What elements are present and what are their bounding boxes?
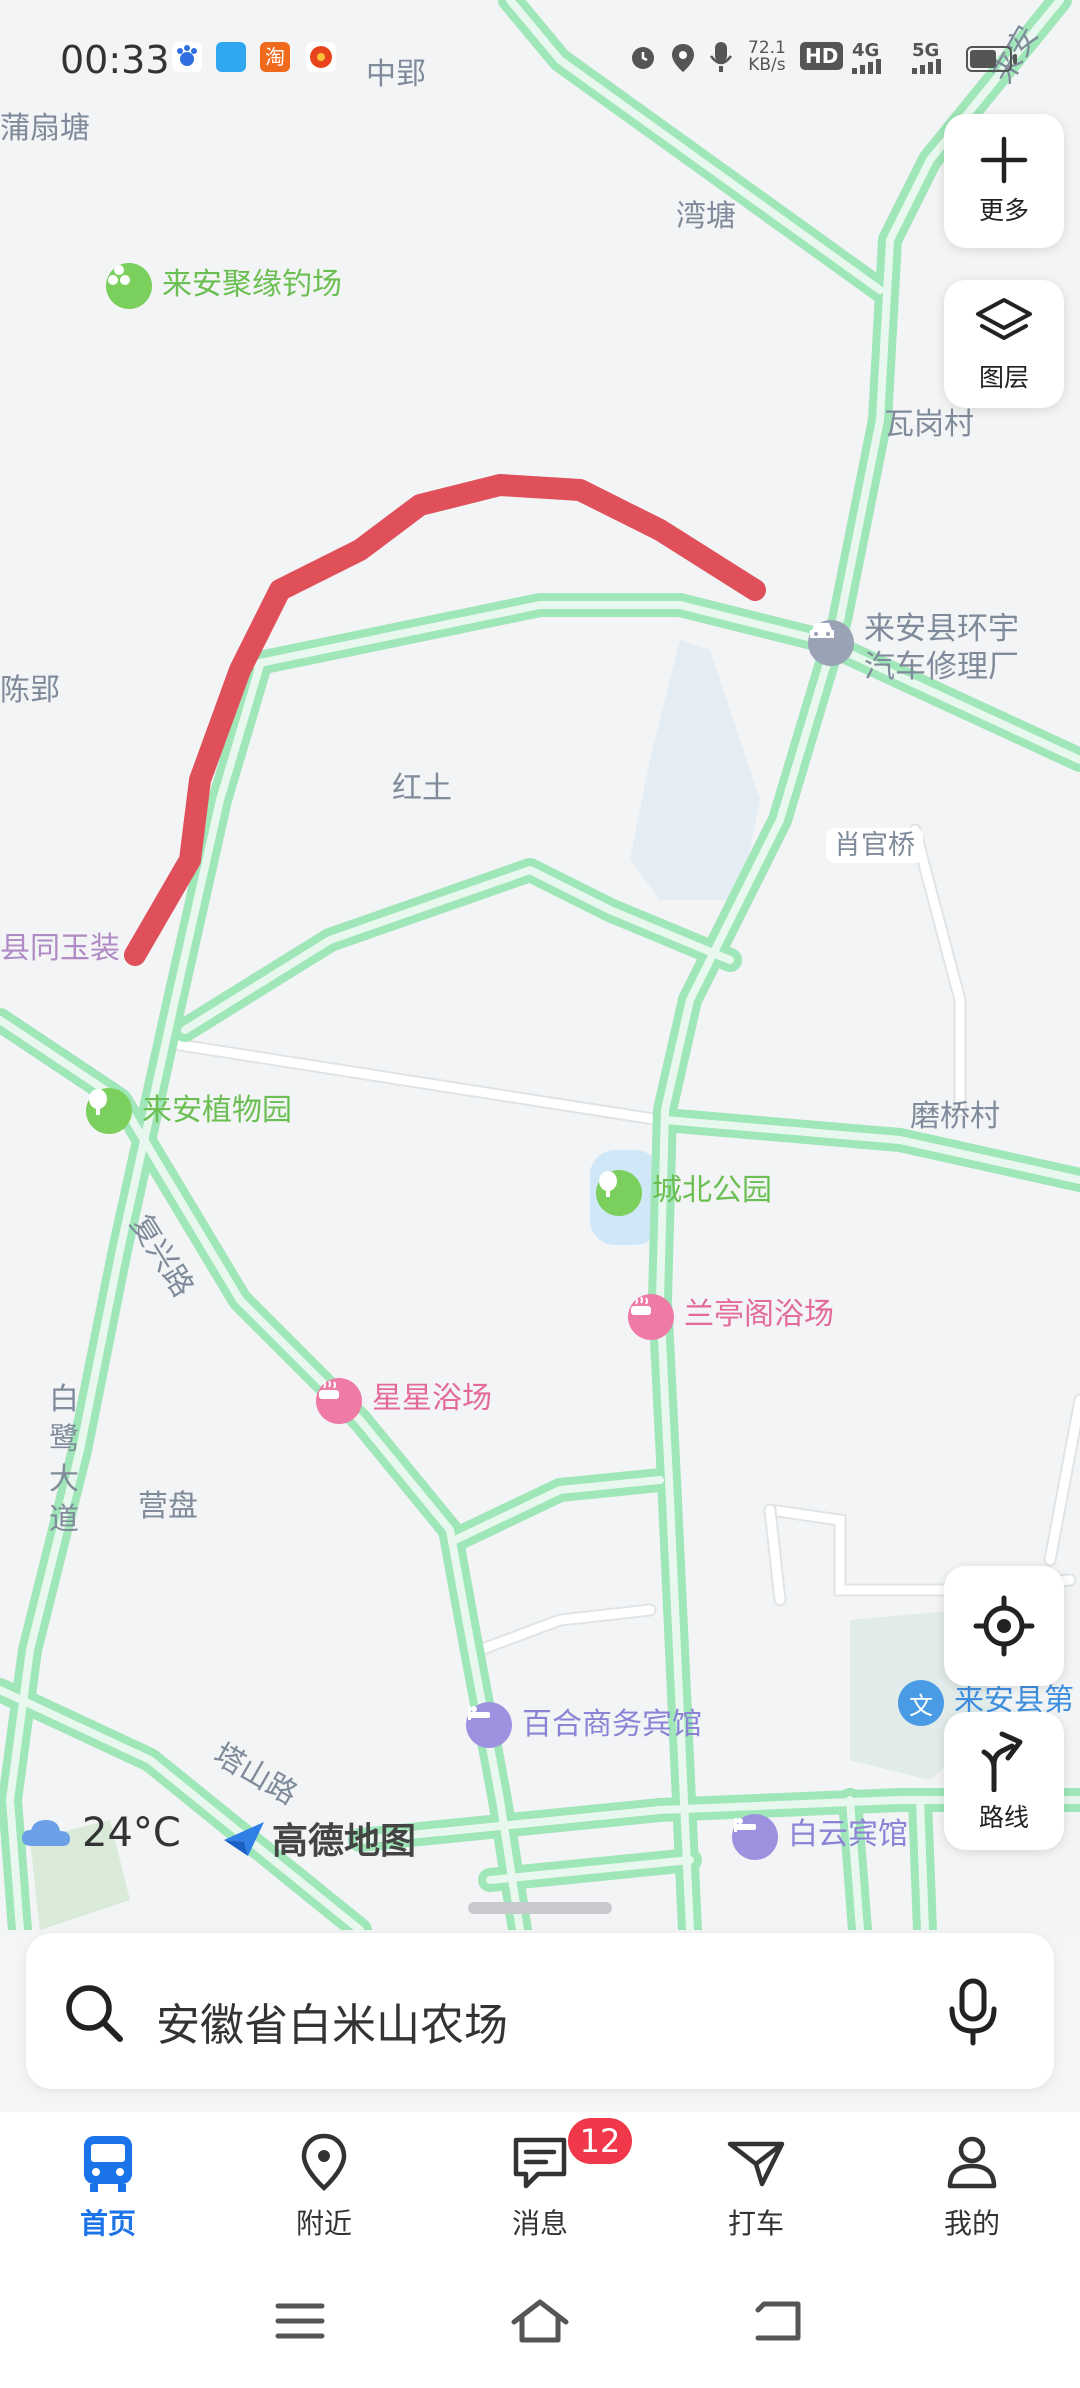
net-speed-unit: KB/s bbox=[748, 55, 786, 75]
tab-messages-label: 消息 bbox=[511, 2207, 568, 2240]
place-label: 瓦岗村 bbox=[884, 407, 974, 442]
tab-taxi-label: 打车 bbox=[727, 2207, 784, 2240]
poi-bath2-label[interactable]: 星星浴场 bbox=[372, 1384, 492, 1414]
weather-widget[interactable]: 24°C bbox=[20, 1810, 181, 1856]
tab-profile[interactable]: 我的 bbox=[902, 2130, 1042, 2242]
poi-garage-label[interactable]: 来安县环宇 汽车修理厂 bbox=[864, 610, 1019, 686]
menu-icon[interactable] bbox=[270, 2296, 330, 2346]
voice-input-icon[interactable] bbox=[946, 1977, 1000, 2047]
plus-icon bbox=[980, 136, 1028, 184]
poi-fishing-label[interactable]: 来安聚缘钓场 bbox=[162, 270, 342, 300]
temperature: 24°C bbox=[82, 1810, 181, 1856]
poi-botanical-label[interactable]: 来安植物园 bbox=[142, 1096, 292, 1126]
route-arrow-icon bbox=[981, 1731, 1023, 1792]
cloud-icon bbox=[22, 1820, 70, 1846]
app-icon bbox=[216, 42, 246, 72]
messages-badge: 12 bbox=[568, 2118, 632, 2164]
place-label: 红土 bbox=[392, 771, 452, 806]
tab-profile-label: 我的 bbox=[943, 2207, 1000, 2240]
more-button[interactable]: 更多 bbox=[944, 114, 1064, 248]
alarm-icon bbox=[628, 42, 658, 76]
layers-icon bbox=[976, 298, 1032, 340]
search-bar[interactable]: 安徽省白米山农场 bbox=[26, 1933, 1054, 2089]
brand-name: 高德地图 bbox=[272, 1821, 417, 1862]
mic-status-icon bbox=[708, 40, 734, 78]
search-icon bbox=[66, 1985, 123, 2042]
fishing-icon[interactable] bbox=[106, 263, 152, 309]
brand-logo: 高德地图 bbox=[222, 1812, 416, 1864]
hotel-icon[interactable] bbox=[732, 1814, 778, 1860]
search-input[interactable]: 安徽省白米山农场 bbox=[156, 1989, 508, 2053]
tab-home-label: 首页 bbox=[79, 2207, 136, 2240]
layers-button[interactable]: 图层 bbox=[944, 280, 1064, 408]
poi-bath1-label[interactable]: 兰亭阁浴场 bbox=[684, 1300, 834, 1330]
person-icon bbox=[947, 2136, 997, 2189]
route-button[interactable]: 路线 bbox=[944, 1712, 1064, 1850]
car-repair-icon[interactable] bbox=[808, 620, 854, 666]
layers-label: 图层 bbox=[978, 363, 1029, 392]
place-label: 陈郢 bbox=[0, 673, 60, 708]
signal-icon bbox=[850, 58, 886, 78]
drag-handle[interactable] bbox=[468, 1902, 612, 1914]
school-icon[interactable]: 文 bbox=[898, 1680, 944, 1726]
route-label: 路线 bbox=[978, 1803, 1029, 1832]
poi-garage-line2: 汽车修理厂 bbox=[864, 649, 1019, 685]
status-bar: 00:33 淘 72.1 KB/s HD 4G 5G bbox=[0, 0, 1080, 120]
hd-badge: HD bbox=[800, 42, 844, 70]
poi-decoration-label[interactable]: 县同玉装 bbox=[0, 934, 120, 964]
locate-button[interactable] bbox=[944, 1566, 1064, 1686]
place-label: 磨桥村 bbox=[910, 1099, 1000, 1134]
poi-garage-line1: 来安县环宇 bbox=[864, 611, 1019, 647]
message-icon bbox=[513, 2137, 567, 2189]
bath-icon[interactable] bbox=[628, 1294, 674, 1340]
signal-icon bbox=[910, 58, 946, 78]
crosshair-icon bbox=[973, 1595, 1035, 1657]
amap-logo-icon bbox=[224, 1822, 264, 1856]
bus-home-icon bbox=[84, 2136, 132, 2192]
tab-home[interactable]: 首页 bbox=[38, 2130, 178, 2242]
bath-icon[interactable] bbox=[316, 1378, 362, 1424]
map-view[interactable]: .rd { fill:none; stroke:#9fe6b8; stroke-… bbox=[0, 0, 1080, 1930]
place-label: 肖官桥 bbox=[826, 828, 923, 863]
park-tree-icon[interactable] bbox=[86, 1088, 132, 1134]
home-icon[interactable] bbox=[508, 2296, 572, 2346]
poi-park-label[interactable]: 城北公园 bbox=[652, 1176, 772, 1206]
battery-icon bbox=[966, 46, 1018, 76]
poi-hotel1-label[interactable]: 百合商务宾馆 bbox=[522, 1710, 702, 1740]
tab-nearby-label: 附近 bbox=[295, 2207, 352, 2240]
road-label: 白鹭大道 bbox=[49, 1382, 79, 1537]
more-label: 更多 bbox=[978, 196, 1029, 225]
tab-taxi[interactable]: 打车 bbox=[686, 2130, 826, 2242]
place-label: 湾塘 bbox=[676, 199, 736, 234]
poi-hotel2-label[interactable]: 白云宾馆 bbox=[788, 1820, 908, 1850]
location-pin-icon bbox=[301, 2133, 347, 2192]
taxi-icon bbox=[727, 2141, 785, 2187]
app-icon bbox=[306, 42, 336, 72]
back-icon[interactable] bbox=[750, 2296, 810, 2346]
taobao-icon: 淘 bbox=[260, 42, 290, 72]
tab-nearby[interactable]: 附近 bbox=[254, 2130, 394, 2242]
baidu-app-icon bbox=[172, 42, 202, 72]
hotel-icon[interactable] bbox=[466, 1702, 512, 1748]
status-time: 00:33 bbox=[60, 38, 170, 82]
location-icon bbox=[670, 42, 696, 78]
place-label: 营盘 bbox=[138, 1489, 198, 1524]
park-tree-icon[interactable] bbox=[596, 1170, 642, 1216]
